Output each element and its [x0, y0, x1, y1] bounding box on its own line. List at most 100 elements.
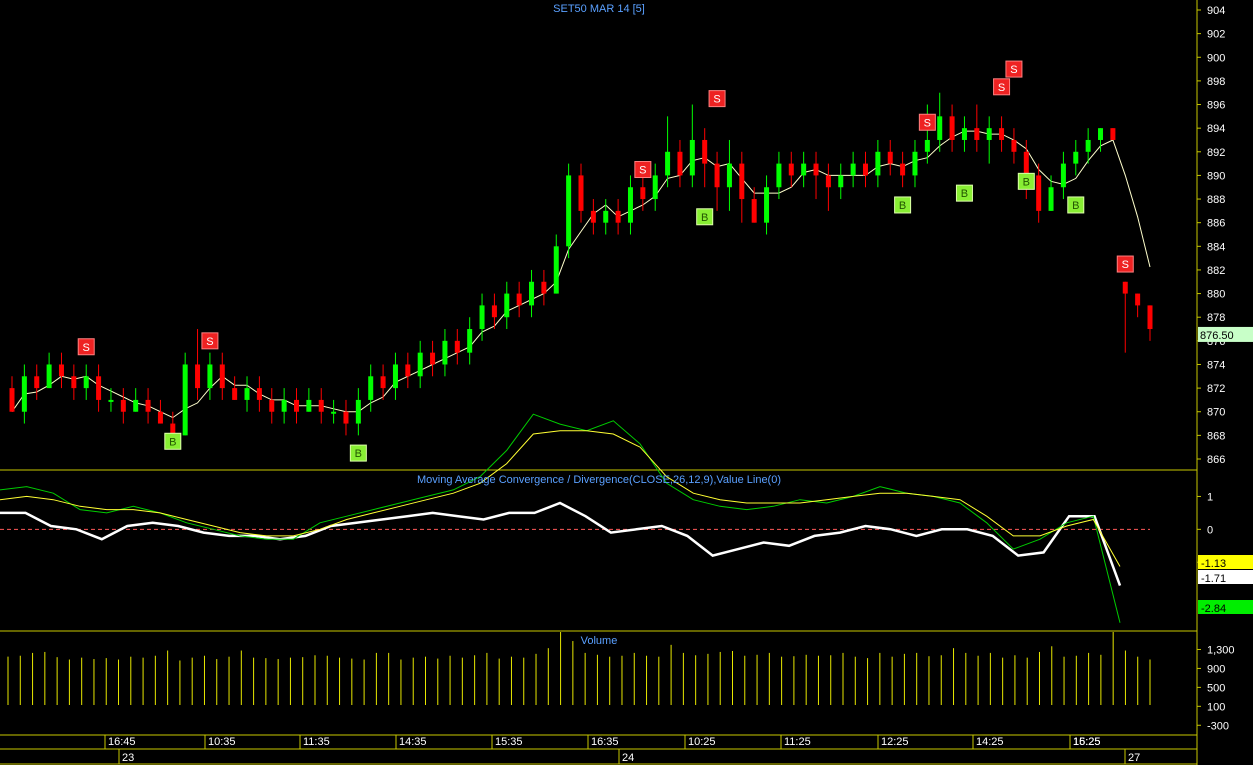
candle-body: [875, 151, 881, 176]
candle-body: [442, 340, 448, 365]
macd-value-label: -1.71: [1201, 573, 1226, 585]
candle-body: [603, 210, 609, 223]
candle-body: [813, 163, 819, 176]
candle-body: [776, 163, 782, 188]
time-tick-label: 15:35: [495, 736, 523, 748]
candle-body: [714, 163, 720, 188]
chart-title: SET50 MAR 14 [5]: [553, 3, 645, 15]
macd-panel: 10-1-1.13-1.71-2.84: [0, 413, 1253, 623]
candle-body: [590, 210, 596, 223]
time-tick-label: 10:25: [688, 736, 716, 748]
time-tick-label: 11:25: [784, 736, 811, 748]
macd-series-line: [0, 430, 1121, 567]
candle-body: [195, 364, 201, 389]
candle-body: [801, 163, 807, 176]
candle-body: [9, 388, 15, 412]
candle-body: [1073, 151, 1079, 164]
signal-label: B: [1023, 176, 1030, 188]
candle-body: [553, 246, 559, 294]
volume-panel: 1,300 900 500 100 -300: [7, 632, 1235, 732]
candle-body: [430, 352, 436, 365]
price-tick-label: 878: [1207, 312, 1225, 324]
candle-body: [764, 187, 770, 223]
candle-body: [529, 281, 535, 306]
candle-body: [825, 175, 831, 188]
signal-label: S: [83, 342, 90, 354]
time-tick-label: 10:35: [208, 736, 236, 748]
signal-label: S: [639, 165, 646, 177]
time-tick-label: 12:25: [881, 736, 909, 748]
candle-body: [640, 187, 646, 200]
candle-body: [788, 163, 794, 176]
price-tick-label: 880: [1207, 289, 1225, 301]
candle-body: [541, 281, 547, 294]
signal-label: B: [961, 188, 968, 200]
candle-body: [21, 376, 27, 412]
candle-body: [863, 163, 868, 176]
candle-body: [343, 411, 349, 424]
candle-body: [71, 376, 77, 389]
candle-body: [999, 128, 1005, 140]
price-tick-label: 892: [1207, 147, 1225, 159]
price-tick-label: 870: [1207, 407, 1225, 419]
candle-body: [986, 128, 992, 140]
candle-body: [1060, 163, 1066, 188]
volume-tick-label: 500: [1207, 682, 1225, 694]
candle-body: [1122, 281, 1128, 294]
candle-body: [368, 376, 374, 400]
candle-body: [46, 364, 52, 389]
price-tick-label: 882: [1207, 265, 1225, 277]
candle-body: [294, 399, 299, 412]
candle-body: [739, 163, 745, 200]
candle-body: [516, 293, 522, 306]
candle-body: [157, 411, 163, 424]
candle-body: [108, 399, 114, 402]
candle-body: [578, 175, 584, 211]
time-tick-label: 16:35: [591, 736, 619, 748]
time-tick-label: 16:45: [108, 736, 136, 748]
signal-label: B: [1072, 200, 1079, 212]
candle-body: [392, 364, 398, 389]
candle-body: [1048, 187, 1054, 211]
candle-body: [219, 364, 225, 389]
candle-body: [1110, 128, 1116, 140]
candle-body: [491, 305, 497, 318]
candle-body: [34, 376, 40, 389]
candle-body: [912, 151, 918, 176]
price-tick-label: 894: [1207, 123, 1225, 135]
signal-label: S: [1010, 64, 1017, 76]
candle-body: [689, 139, 695, 176]
signal-label: S: [1122, 259, 1129, 271]
candle-body: [937, 116, 943, 140]
price-tick-label: 866: [1207, 454, 1225, 466]
candle-body: [1036, 175, 1042, 211]
price-tick-label: 874: [1207, 359, 1225, 371]
candle-body: [1098, 128, 1104, 140]
candle-body: [615, 210, 621, 223]
candle-body: [269, 399, 275, 412]
candle-body: [1023, 151, 1029, 176]
macd-value-label: -2.84: [1201, 603, 1226, 615]
signal-label: S: [206, 336, 213, 348]
candle-body: [652, 175, 658, 200]
candle-body: [504, 293, 510, 318]
candle-body: [83, 376, 89, 389]
time-tick-label: 16:25: [1073, 736, 1101, 748]
candle-body: [207, 364, 213, 389]
candle-body: [120, 399, 126, 412]
signal-label: S: [998, 82, 1005, 94]
macd-tick-label: 1: [1207, 491, 1213, 503]
volume-tick-label: -300: [1207, 720, 1229, 732]
chart-canvas[interactable]: 904 902 900 898 896 894 892 890 888 886 884 882 880 8…: [0, 0, 1253, 765]
candle-body: [1085, 139, 1091, 152]
price-tick-label: 868: [1207, 430, 1225, 442]
candle-body: [244, 388, 250, 400]
candle-body: [949, 116, 955, 140]
price-tick-label: 896: [1207, 100, 1225, 112]
price-tick-label: 900: [1207, 52, 1225, 64]
candle-body: [454, 340, 460, 353]
date-tick-label: 24: [622, 752, 634, 764]
candle-body: [1147, 305, 1153, 330]
price-tick-label: 890: [1207, 170, 1225, 182]
candle-body: [677, 151, 683, 176]
